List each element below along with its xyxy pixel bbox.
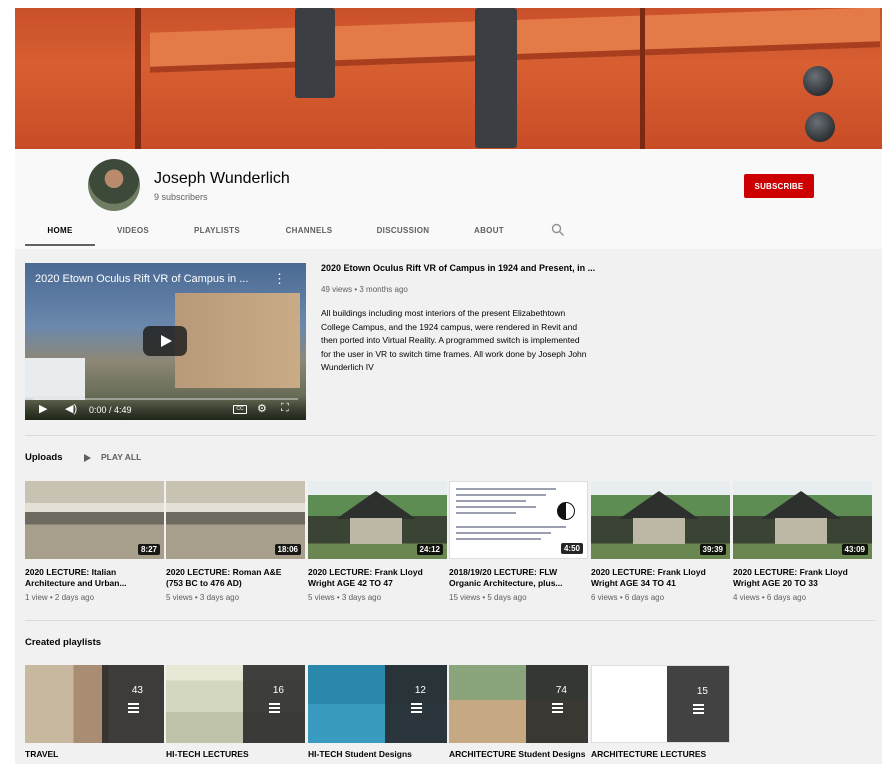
- play-button[interactable]: [143, 326, 187, 356]
- playlist-icon: [693, 704, 704, 716]
- playlist-icon: [411, 703, 422, 715]
- playlist-count: 74: [555, 685, 567, 696]
- banner-gap: [640, 8, 645, 149]
- playlist-count: 16: [272, 685, 284, 696]
- video-title[interactable]: 2018/19/20 LECTURE: FLW Organic Architect…: [449, 567, 588, 589]
- video-card[interactable]: 24:12 2020 LECTURE: Frank Lloyd Wright AG…: [308, 481, 447, 602]
- section-divider: [25, 435, 875, 436]
- subscriber-count: 9 subscribers: [154, 192, 208, 202]
- duration-badge: 18:06: [274, 544, 301, 555]
- progress-bar[interactable]: [33, 398, 298, 400]
- video-thumbnail[interactable]: 18:06: [166, 481, 305, 559]
- playlist-title[interactable]: HI-TECH LECTURES: [166, 749, 305, 759]
- playlist-count: 12: [414, 685, 426, 696]
- duration-badge: 4:50: [560, 543, 583, 554]
- playlist-count: 43: [131, 685, 143, 696]
- channel-name: Joseph Wunderlich: [154, 170, 290, 187]
- playlist-thumbnail[interactable]: 43: [25, 665, 164, 743]
- video-meta: 4 views • 6 days ago: [733, 593, 807, 602]
- channel-tabs: HOME VIDEOS PLAYLISTS CHANNELS DISCUSSIO…: [15, 218, 615, 248]
- playlist-thumbnail[interactable]: 74: [449, 665, 588, 743]
- playlist-title[interactable]: ARCHITECTURE Student Designs: [449, 749, 588, 759]
- video-thumbnail[interactable]: 43:09: [733, 481, 872, 559]
- banner-gap: [135, 8, 141, 149]
- play-all-button[interactable]: PLAY ALL: [101, 452, 141, 462]
- playlists-heading[interactable]: Created playlists: [25, 637, 101, 648]
- banner-bolt: [803, 66, 833, 96]
- duration-badge: 39:39: [699, 544, 726, 555]
- tab-discussion[interactable]: DISCUSSION: [363, 218, 443, 246]
- video-card[interactable]: 43:09 2020 LECTURE: Frank Lloyd Wright AG…: [733, 481, 872, 602]
- video-card[interactable]: 8:27 2020 LECTURE: Italian Architecture a…: [25, 481, 164, 602]
- building-render: [175, 293, 300, 388]
- video-thumbnail[interactable]: 8:27: [25, 481, 164, 559]
- playlist-icon: [269, 703, 280, 715]
- video-thumbnail[interactable]: 39:39: [591, 481, 730, 559]
- section-divider: [25, 620, 875, 621]
- banner-hinge: [475, 8, 517, 148]
- banner-bolt: [805, 112, 835, 142]
- featured-video-title[interactable]: 2020 Etown Oculus Rift VR of Campus in 1…: [321, 263, 595, 273]
- playlist-count: 15: [696, 686, 708, 697]
- video-meta: 15 views • 5 days ago: [449, 593, 527, 602]
- video-meta: 6 views • 6 days ago: [591, 593, 665, 602]
- banner-hinge: [295, 8, 335, 98]
- video-thumbnail[interactable]: 4:50: [449, 481, 588, 559]
- playlist-thumbnail[interactable]: 16: [166, 665, 305, 743]
- playlist-thumbnail[interactable]: 15: [591, 665, 730, 743]
- settings-icon[interactable]: ⚙: [257, 402, 267, 415]
- playlist-card[interactable]: 74 ARCHITECTURE Student Designs: [449, 665, 588, 759]
- video-thumbnail[interactable]: 24:12: [308, 481, 447, 559]
- playlist-card[interactable]: 16 HI-TECH LECTURES: [166, 665, 305, 759]
- more-options-icon[interactable]: ⋮: [273, 271, 286, 287]
- playlist-icon: [552, 703, 563, 715]
- featured-video-player[interactable]: 2020 Etown Oculus Rift VR of Campus in .…: [25, 263, 306, 420]
- playlist-card[interactable]: 12 HI-TECH Student Designs: [308, 665, 447, 759]
- video-title[interactable]: 2020 LECTURE: Frank Lloyd Wright AGE 20 T…: [733, 567, 872, 589]
- tab-about[interactable]: ABOUT: [461, 218, 517, 246]
- captions-icon[interactable]: CC: [233, 405, 247, 414]
- video-title[interactable]: 2020 LECTURE: Roman A&E (753 BC to 476 AD…: [166, 567, 305, 589]
- duration-badge: 8:27: [137, 544, 160, 555]
- playlist-thumbnail[interactable]: 12: [308, 665, 447, 743]
- fullscreen-icon[interactable]: ⛶: [281, 402, 289, 415]
- video-title[interactable]: 2020 LECTURE: Frank Lloyd Wright AGE 42 T…: [308, 567, 447, 589]
- playlist-title[interactable]: TRAVEL: [25, 749, 164, 759]
- playlist-icon: [128, 703, 139, 715]
- video-meta: 5 views • 3 days ago: [308, 593, 382, 602]
- video-meta: 1 view • 2 days ago: [25, 593, 95, 602]
- play-icon[interactable]: ▶: [39, 402, 47, 415]
- video-meta: 5 views • 3 days ago: [166, 593, 240, 602]
- video-card[interactable]: 39:39 2020 LECTURE: Frank Lloyd Wright AG…: [591, 481, 730, 602]
- tab-playlists[interactable]: PLAYLISTS: [179, 218, 255, 246]
- tab-home[interactable]: HOME: [25, 218, 95, 246]
- webcam-inset: [25, 358, 85, 400]
- search-icon[interactable]: [551, 223, 565, 237]
- featured-video-description: All buildings including most interiors o…: [321, 308, 587, 373]
- tab-videos[interactable]: VIDEOS: [105, 218, 161, 246]
- duration-badge: 24:12: [416, 544, 443, 555]
- yin-yang-icon: [557, 502, 575, 520]
- featured-overlay-title: 2020 Etown Oculus Rift VR of Campus in .…: [35, 273, 249, 285]
- playlist-card[interactable]: 15 ARCHITECTURE LECTURES: [591, 665, 730, 759]
- video-title[interactable]: 2020 LECTURE: Italian Architecture and Ur…: [25, 567, 164, 589]
- playlist-card[interactable]: 43 TRAVEL: [25, 665, 164, 759]
- duration-badge: 43:09: [841, 544, 868, 555]
- uploads-heading[interactable]: Uploads: [25, 452, 62, 463]
- video-card[interactable]: 18:06 2020 LECTURE: Roman A&E (753 BC to …: [166, 481, 305, 602]
- play-all-icon[interactable]: [84, 454, 91, 462]
- subscribe-button[interactable]: SUBSCRIBE: [744, 174, 814, 198]
- playlist-title[interactable]: ARCHITECTURE LECTURES: [591, 749, 730, 759]
- channel-avatar[interactable]: [88, 159, 140, 211]
- channel-banner: [15, 8, 882, 149]
- video-card[interactable]: 4:50 2018/19/20 LECTURE: FLW Organic Arch…: [449, 481, 588, 602]
- tab-channels[interactable]: CHANNELS: [273, 218, 345, 246]
- playlist-title[interactable]: HI-TECH Student Designs: [308, 749, 447, 759]
- volume-icon[interactable]: ◀): [65, 402, 77, 415]
- time-display: 0:00 / 4:49: [89, 405, 132, 415]
- video-title[interactable]: 2020 LECTURE: Frank Lloyd Wright AGE 34 T…: [591, 567, 730, 589]
- featured-video-meta: 49 views • 3 months ago: [321, 285, 408, 294]
